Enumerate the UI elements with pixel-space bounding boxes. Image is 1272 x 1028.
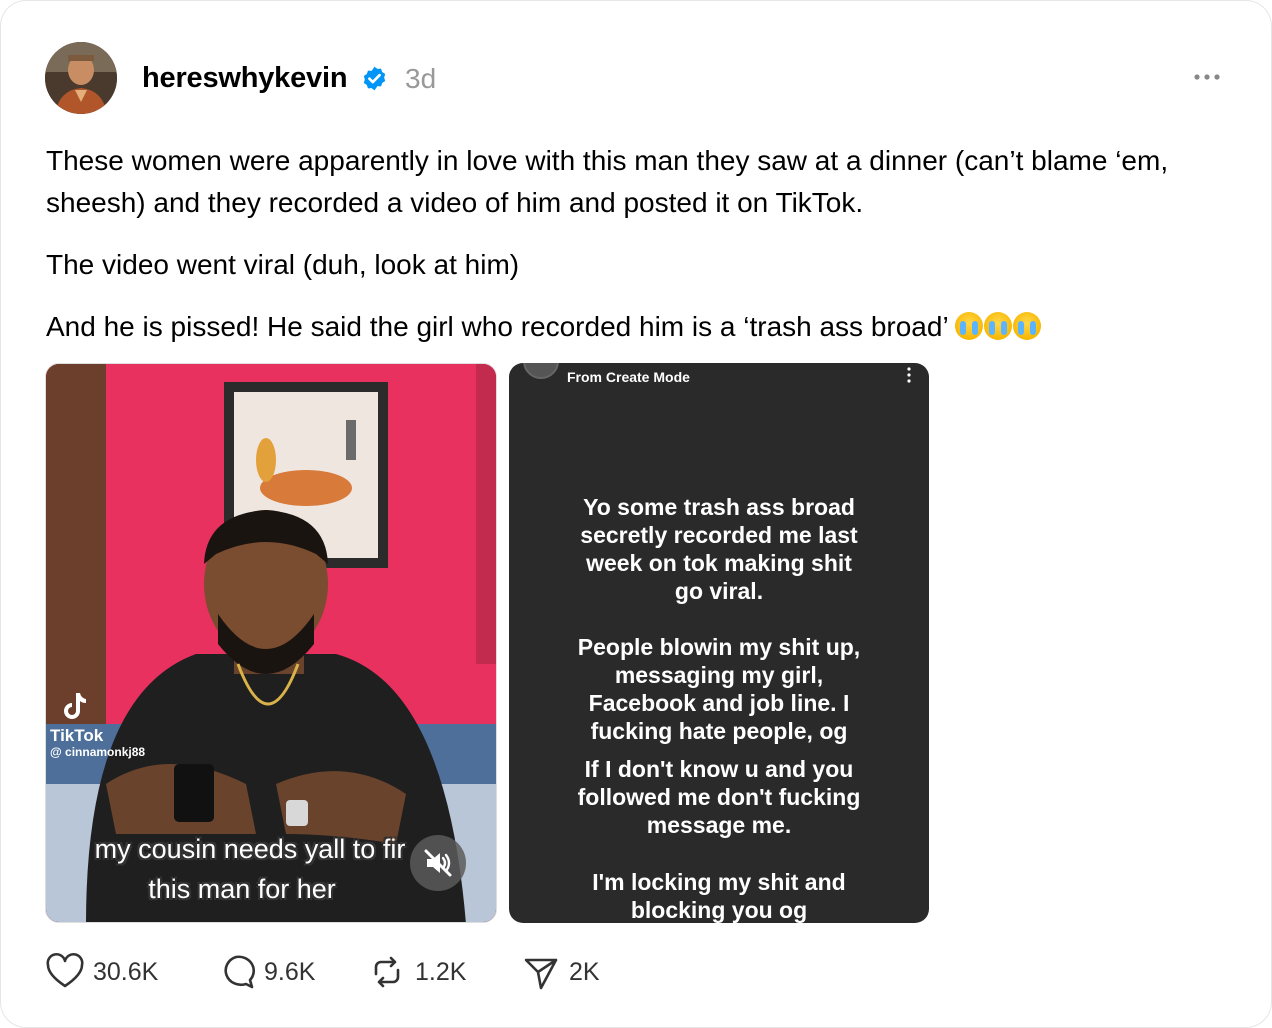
story-more-icon bbox=[907, 367, 911, 383]
image-attachment[interactable]: From Create Mode Yo some trash ass broad… bbox=[509, 363, 929, 923]
tiktok-logo-icon bbox=[64, 693, 86, 719]
more-options-icon[interactable] bbox=[1191, 67, 1223, 87]
post-paragraph-3: And he is pissed! He said the girl who r… bbox=[46, 306, 1236, 348]
reply-button[interactable]: 9.6K bbox=[216, 949, 315, 995]
story-text-block-2: People blowin my shit up, messaging my gi… bbox=[577, 634, 861, 744]
share-button[interactable]: 2K bbox=[521, 949, 600, 995]
post-paragraph-1: These women were apparently in love with… bbox=[46, 145, 1169, 218]
mute-button[interactable] bbox=[410, 835, 466, 891]
post-paragraph-3-text: And he is pissed! He said the girl who r… bbox=[46, 311, 948, 342]
video-attachment[interactable]: TikTok @ cinnamonkj88 my cousin needs ya… bbox=[45, 363, 497, 923]
tiktok-handle: @ cinnamonkj88 bbox=[50, 745, 146, 759]
post-card: hereswhykevin 3d These women were appare… bbox=[0, 0, 1272, 1028]
crying-emoji-icon bbox=[955, 312, 984, 340]
story-source-label: From Create Mode bbox=[567, 369, 690, 385]
post-paragraph-2: The video went viral (duh, look at him) bbox=[46, 249, 520, 280]
reply-count: 9.6K bbox=[264, 957, 316, 986]
crying-emoji-icon bbox=[1013, 312, 1042, 340]
post-timestamp: 3d bbox=[405, 63, 437, 94]
heart-icon bbox=[46, 952, 84, 988]
tiktok-watermark: TikTok bbox=[50, 726, 104, 745]
repost-button[interactable]: 1.2K bbox=[367, 949, 466, 995]
author-avatar[interactable] bbox=[45, 42, 117, 114]
story-text-block-4: I'm locking my shit and blocking you og bbox=[592, 869, 846, 923]
share-count: 2K bbox=[569, 957, 600, 986]
story-text-block-3: If I don't know u and you followed me don… bbox=[577, 756, 861, 838]
story-header: From Create Mode bbox=[509, 363, 929, 393]
video-caption-line-2: this man for her bbox=[148, 874, 336, 904]
speaker-muted-icon bbox=[424, 849, 452, 877]
comment-icon bbox=[224, 955, 255, 989]
author-username[interactable]: hereswhykevin bbox=[142, 61, 348, 95]
story-text-block-1: Yo some trash ass broad secretly recorded… bbox=[580, 494, 858, 604]
crying-emoji-icon bbox=[984, 312, 1013, 340]
like-count: 30.6K bbox=[93, 957, 159, 986]
verified-badge-icon bbox=[363, 66, 386, 91]
repost-count: 1.2K bbox=[415, 957, 467, 986]
repost-icon bbox=[374, 956, 400, 988]
like-button[interactable]: 30.6K bbox=[45, 949, 158, 995]
story-avatar bbox=[523, 363, 559, 379]
send-icon bbox=[524, 958, 558, 990]
